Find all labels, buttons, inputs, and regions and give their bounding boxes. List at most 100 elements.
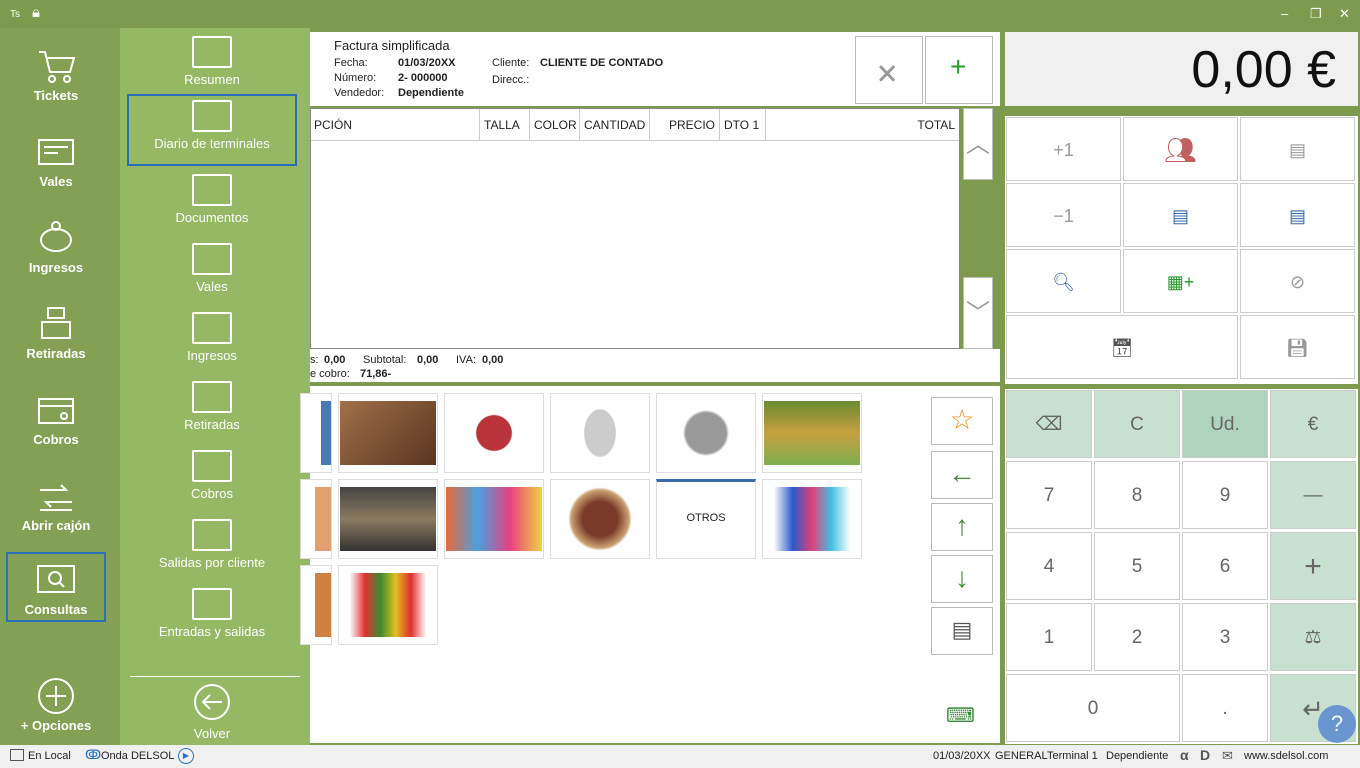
submenu-item-retiradas[interactable]: Retiradas [127,377,297,449]
sidebar-item-tickets[interactable]: Tickets [6,40,106,110]
arrow-left-icon: ← [948,458,976,489]
product-tile[interactable] [550,479,650,559]
brand-alpha-icon[interactable]: α [1180,747,1189,763]
product-tile[interactable] [550,393,650,473]
copies-button[interactable]: ▤ [1240,117,1355,181]
new-ticket-button[interactable]: + [925,36,993,104]
decimal-key[interactable]: . [1182,674,1268,742]
product-image-tv [764,487,860,551]
product-tile[interactable] [338,565,438,645]
submenu-item-documentos[interactable]: Documentos [127,170,297,242]
status-user: Dependiente [1106,750,1169,762]
scroll-up-button[interactable]: ︿ [963,108,993,180]
restore-button[interactable]: ❐ [1310,6,1322,22]
mail-icon[interactable]: ✉ [1222,748,1233,764]
product-tile[interactable] [444,393,544,473]
play-icon[interactable]: ▶ [178,748,194,764]
submenu-item-diario-terminales[interactable]: Diario de terminales [127,94,297,166]
key-5[interactable]: 5 [1094,532,1180,600]
key-0[interactable]: 0 [1006,674,1180,742]
brand-d-icon[interactable]: D [1200,747,1210,763]
key-6[interactable]: 6 [1182,532,1268,600]
onda-delsol-link[interactable]: Onda DELSOL [101,750,174,762]
backspace-key[interactable]: ⌫ [1006,390,1092,458]
add-line-button[interactable]: ▦+ [1123,249,1238,313]
save-ticket-button[interactable]: 💾︎ [1240,315,1355,379]
euro-key[interactable]: € [1270,390,1356,458]
fecha-value: 01/03/20XX [398,57,456,69]
scroll-down-button[interactable]: ﹀ [963,277,993,349]
sidebar-item-retiradas[interactable]: Retiradas [6,298,106,368]
piggy-bank-icon [40,221,72,252]
page-up-button[interactable]: ↑ [931,503,993,551]
key-4[interactable]: 4 [1006,532,1092,600]
key-2[interactable]: 2 [1094,603,1180,671]
submenu-item-vales[interactable]: Vales [127,239,297,311]
terminal-icon: ▤ [951,617,973,642]
key-9[interactable]: 9 [1182,461,1268,529]
product-tile[interactable] [338,393,438,473]
scale-key[interactable]: ⚖︎ [1270,603,1356,671]
units-key[interactable]: Ud. [1182,390,1268,458]
back-button[interactable]: Volver [127,682,297,754]
minimize-button[interactable]: – [1281,6,1288,21]
iva-value: 0,00 [482,354,504,366]
product-tile[interactable] [444,479,544,559]
product-tile[interactable] [762,479,862,559]
product-tile[interactable] [300,565,332,645]
void-ticket-button[interactable]: ⊘ [1240,249,1355,313]
favorites-button[interactable]: ☆ [931,397,993,445]
sidebar-item-label: Vales [39,174,73,189]
lock-icon[interactable]: 🔒︎ [32,4,40,21]
sidebar-item-ingresos[interactable]: Ingresos [6,212,106,282]
product-tile[interactable] [762,393,862,473]
clear-key[interactable]: C [1094,390,1180,458]
sidebar-item-abrir-cajon[interactable]: Abrir cajón [6,470,106,540]
search-document-icon: 🔍︎ [1052,272,1075,292]
product-tile-otros[interactable]: OTROS [656,479,756,559]
help-icon[interactable]: ? [1318,705,1356,743]
total-label: s: [310,354,319,366]
keyboard-icon[interactable]: ⌨ [946,703,975,728]
search-document-button[interactable]: 🔍︎ [1006,249,1121,313]
minus-key[interactable]: — [1270,461,1356,529]
page-down-button[interactable]: ↓ [931,555,993,603]
subtotal-value: 0,00 [417,354,439,366]
terminal-button[interactable]: ▤ [931,607,993,655]
minus-one-button[interactable]: −1 [1006,183,1121,247]
key-1[interactable]: 1 [1006,603,1092,671]
drawer-icon [40,484,72,511]
sidebar-item-consultas[interactable]: Consultas [6,552,106,622]
product-tile[interactable] [300,393,332,473]
submenu-item-entradas-salidas[interactable]: Entradas y salidas [127,584,297,656]
status-date: 01/03/20XX [933,750,991,762]
options-button[interactable]: + Opciones [6,670,106,740]
back-page-button[interactable]: ← [931,451,993,499]
customer-ticket-button[interactable]: ▤ [1240,183,1355,247]
submenu-item-ingresos[interactable]: Ingresos [127,308,297,380]
key-3[interactable]: 3 [1182,603,1268,671]
website-link[interactable]: www.sdelsol.com [1244,750,1328,762]
submenu-item-salidas-cliente[interactable]: Salidas por cliente [127,515,297,587]
documents-button[interactable]: ▤ [1123,183,1238,247]
cancel-ticket-button[interactable]: 🗙 [855,36,923,104]
sidebar-item-cobros[interactable]: Cobros [6,384,106,454]
receipt-cancel-icon: ⊘ [1289,272,1306,292]
product-tile[interactable] [338,479,438,559]
key-8[interactable]: 8 [1094,461,1180,529]
numero-label: Número: [334,72,377,84]
plus-one-button[interactable]: +1 [1006,117,1121,181]
product-tile[interactable] [300,479,332,559]
close-button[interactable]: ✕ [1339,6,1350,22]
product-tile[interactable] [656,393,756,473]
calendar-button[interactable]: 📅︎ [1006,315,1238,379]
key-7[interactable]: 7 [1006,461,1092,529]
total-value: 0,00 [324,354,346,366]
sidebar-item-vales[interactable]: Vales [6,126,106,196]
customers-button[interactable]: 👥︎ [1123,117,1238,181]
receipt-save-icon: 💾︎ [1286,338,1309,358]
cliente-value[interactable]: CLIENTE DE CONTADO [540,57,663,69]
plus-key[interactable]: + [1270,532,1356,600]
submenu-item-cobros[interactable]: Cobros [127,446,297,518]
product-image-cans [658,401,754,465]
